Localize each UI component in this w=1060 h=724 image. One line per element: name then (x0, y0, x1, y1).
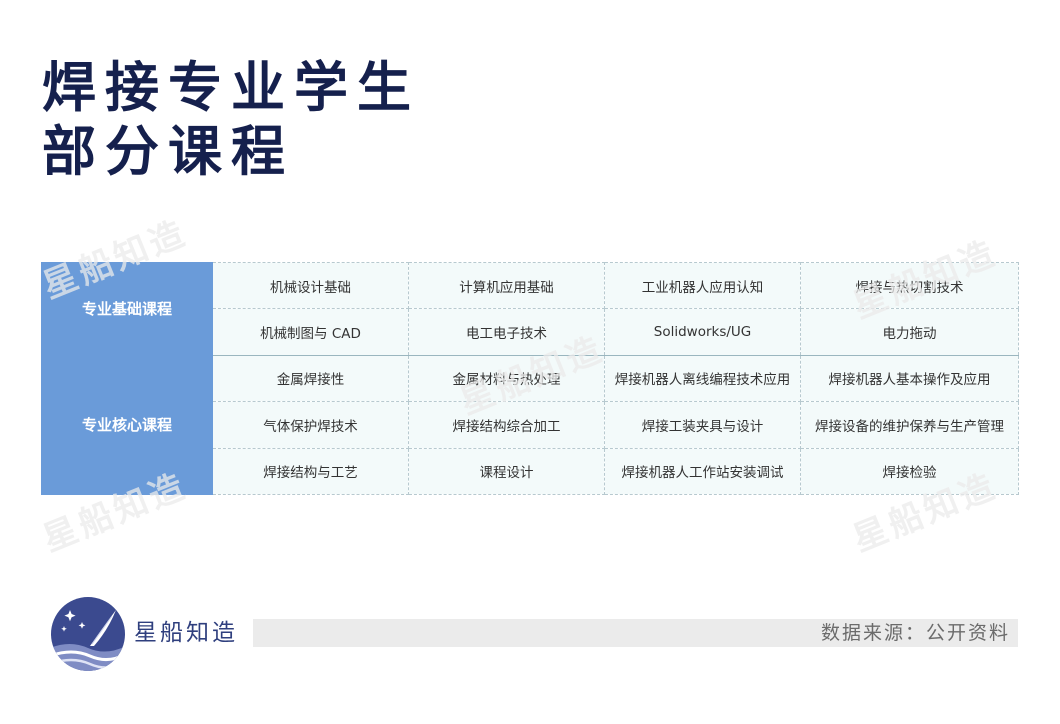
page: 焊接专业学生 部分课程 专业基础课程 机械设计基础 计算机应用基础 工业机器人应… (0, 0, 1060, 724)
course-cell: 焊接机器人工作站安装调试 (604, 447, 801, 495)
course-table: 专业基础课程 机械设计基础 计算机应用基础 工业机器人应用认知 焊接与热切割技术… (41, 261, 1019, 495)
brand-name: 星船知造 (134, 620, 238, 646)
page-title: 焊接专业学生 部分课程 (42, 56, 420, 184)
course-cell: 焊接机器人基本操作及应用 (800, 354, 1019, 403)
course-cell: 机械制图与 CAD (212, 308, 409, 356)
title-line-2: 部分课程 (42, 120, 294, 183)
data-source: 数据来源：公开资料 (820, 622, 1010, 644)
title-line-1: 焊接专业学生 (42, 56, 420, 119)
category-foundation: 专业基础课程 (41, 262, 213, 356)
course-cell: 焊接检验 (800, 447, 1019, 495)
course-cell: 电力拖动 (800, 308, 1019, 356)
table-row: 专业基础课程 机械设计基础 计算机应用基础 工业机器人应用认知 焊接与热切割技术 (41, 261, 1019, 356)
course-cell: Solidworks/UG (604, 308, 801, 356)
course-cell: 金属焊接性 (212, 354, 409, 403)
category-core: 专业核心课程 (41, 354, 213, 495)
course-cell: 课程设计 (408, 447, 605, 495)
course-cell: 焊接工装夹具与设计 (604, 401, 801, 449)
course-cell: 电工电子技术 (408, 308, 605, 356)
course-cell: 计算机应用基础 (408, 261, 605, 310)
course-cell: 焊接机器人离线编程技术应用 (604, 354, 801, 403)
brand-logo-icon (51, 597, 125, 671)
table-row: 专业核心课程 金属焊接性 金属材料与热处理 焊接机器人离线编程技术应用 焊接机器… (41, 354, 1019, 495)
course-cell: 焊接设备的维护保养与生产管理 (800, 401, 1019, 449)
course-cell: 金属材料与热处理 (408, 354, 605, 403)
course-cell: 工业机器人应用认知 (604, 261, 801, 310)
course-cell: 焊接结构综合加工 (408, 401, 605, 449)
course-cell: 焊接结构与工艺 (212, 447, 409, 495)
course-cell: 机械设计基础 (212, 261, 409, 310)
course-cell: 焊接与热切割技术 (800, 261, 1019, 310)
course-cell: 气体保护焊技术 (212, 401, 409, 449)
